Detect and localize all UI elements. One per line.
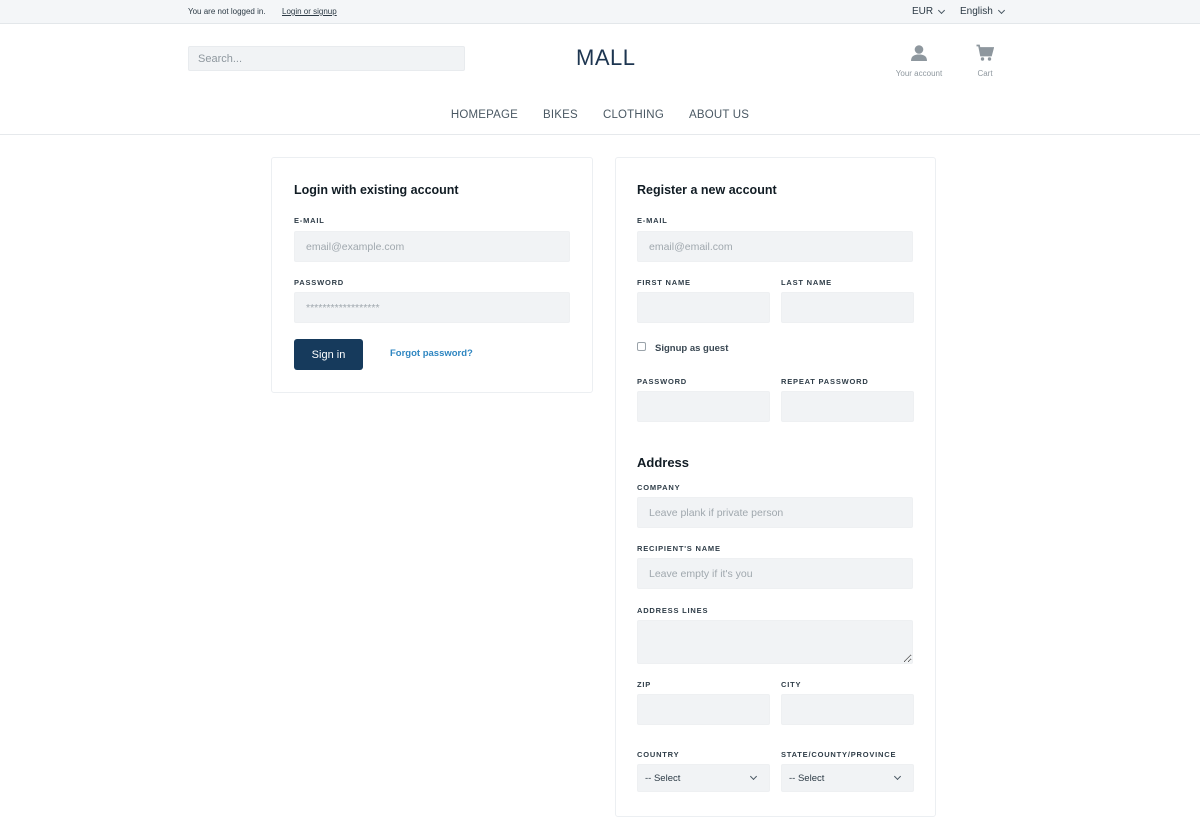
account-button[interactable]: Your account [893,44,945,78]
login-password-input[interactable] [294,292,570,323]
recipient-input[interactable] [637,558,913,589]
recipient-label: RECIPIENT'S NAME [637,544,721,553]
nav-about-us[interactable]: ABOUT US [689,109,749,121]
login-email-label: E-MAIL [294,216,325,225]
chevron-down-icon [893,772,902,781]
currency-select[interactable]: EUR [912,6,946,17]
company-label: COMPANY [637,483,681,492]
address-lines-label: ADDRESS LINES [637,606,709,615]
first-name-label: FIRST NAME [637,278,691,287]
forgot-password-link[interactable]: Forgot password? [390,348,473,359]
cart-button[interactable]: Cart [970,44,1000,78]
language-value: English [960,6,993,17]
signup-guest-label: Signup as guest [655,343,729,354]
state-value: -- Select [789,772,825,784]
register-password-label: PASSWORD [637,377,688,386]
nav-homepage[interactable]: HOMEPAGE [451,109,518,121]
country-select[interactable]: -- Select [637,764,770,792]
signup-guest-checkbox[interactable] [637,342,646,351]
site-logo[interactable]: MALL [576,45,635,71]
repeat-password-input[interactable] [781,391,914,422]
login-or-signup-link[interactable]: Login or signup [282,7,337,16]
last-name-label: LAST NAME [781,278,832,287]
search-input[interactable] [188,46,465,71]
top-bar: You are not logged in. Login or signup E… [0,0,1200,24]
sign-in-button[interactable]: Sign in [294,339,363,370]
chevron-down-icon [749,772,758,781]
chevron-down-icon [997,6,1005,14]
login-card: Login with existing account E-MAIL PASSW… [271,157,593,393]
user-icon [911,45,927,61]
main-nav: HOMEPAGE BIKES CLOTHING ABOUT US [0,109,1200,121]
last-name-input[interactable] [781,292,914,323]
register-card: Register a new account E-MAIL FIRST NAME… [615,157,936,817]
register-email-input[interactable] [637,231,913,262]
city-input[interactable] [781,694,914,725]
city-label: CITY [781,680,802,689]
chevron-down-icon [938,6,946,14]
language-select[interactable]: English [960,6,1005,17]
account-label: Your account [895,69,943,78]
first-name-input[interactable] [637,292,770,323]
zip-label: ZIP [637,680,652,689]
nav-bikes[interactable]: BIKES [543,109,578,121]
register-email-label: E-MAIL [637,216,668,225]
company-input[interactable] [637,497,913,528]
repeat-password-label: REPEAT PASSWORD [781,377,869,386]
address-lines-textarea[interactable] [637,620,913,664]
state-select[interactable]: -- Select [781,764,914,792]
country-label: COUNTRY [637,750,680,759]
cart-icon [976,44,995,61]
cart-label: Cart [977,69,993,78]
register-title: Register a new account [637,183,777,197]
login-password-label: PASSWORD [294,278,345,287]
zip-input[interactable] [637,694,770,725]
register-password-input[interactable] [637,391,770,422]
login-email-input[interactable] [294,231,570,262]
country-value: -- Select [645,772,681,784]
login-title: Login with existing account [294,183,459,197]
login-status-text: You are not logged in. [188,7,266,16]
currency-value: EUR [912,6,934,17]
site-header: MALL Your account Cart HOMEPAGE BIKES CL… [0,24,1200,135]
address-title: Address [637,455,690,470]
nav-clothing[interactable]: CLOTHING [603,109,664,121]
state-label: STATE/COUNTY/PROVINCE [781,750,897,759]
